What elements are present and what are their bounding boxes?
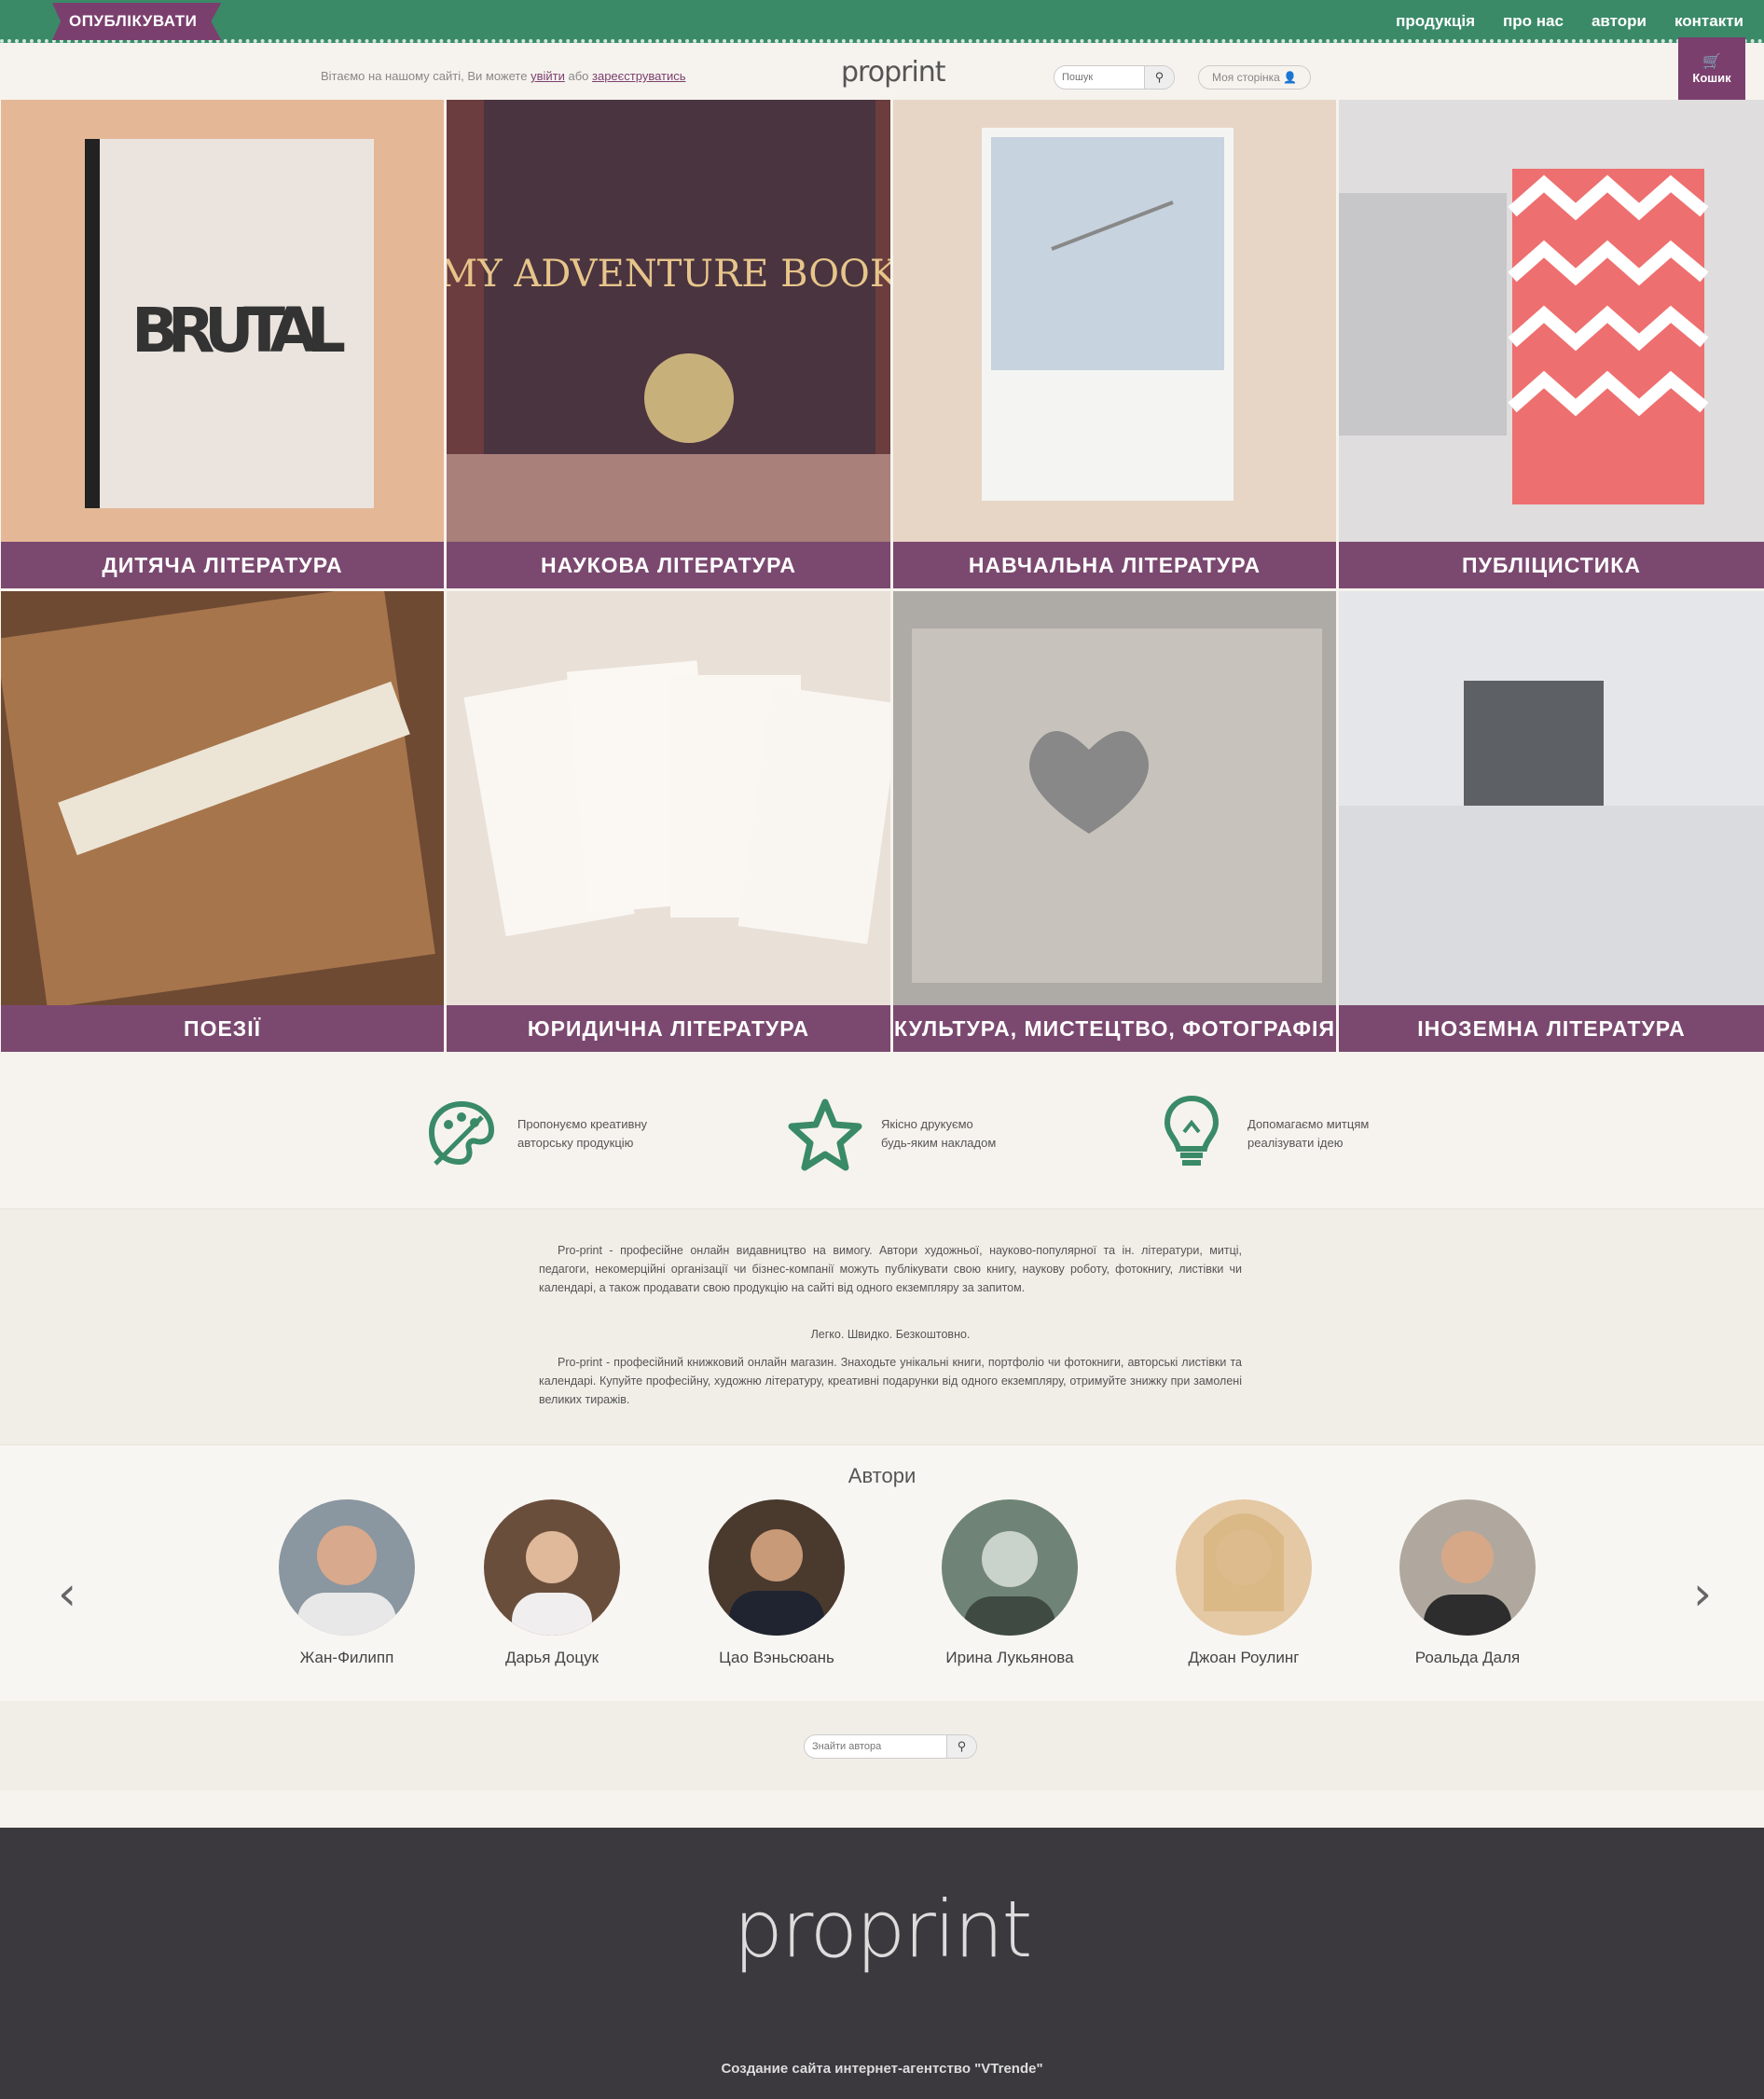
- author-name: Джоан Роулинг: [1188, 1649, 1300, 1666]
- welcome-text: Вітаємо на нашому сайті, Ви можете увійт…: [321, 69, 686, 83]
- category-tile[interactable]: MY ADVENTURE BOOK НАУКОВА ЛІТЕРАТУРА: [447, 100, 890, 588]
- category-tile[interactable]: НАВЧАЛЬНА ЛІТЕРАТУРА: [893, 100, 1336, 588]
- welcome-prefix: Вітаємо на нашому сайті, Ви можете: [321, 69, 528, 83]
- author-card[interactable]: Цао Вэньсюань: [674, 1499, 879, 1667]
- avatar: [1399, 1499, 1536, 1636]
- brutal-text: BRUTAL: [131, 295, 346, 366]
- feature-line: Пропонуємо креативну: [517, 1117, 648, 1131]
- next-arrow-icon[interactable]: ›: [1693, 1567, 1712, 1621]
- prev-arrow-icon[interactable]: ‹: [58, 1567, 76, 1621]
- category-image: [893, 591, 1336, 1005]
- star-icon: [788, 1097, 862, 1171]
- author-card[interactable]: Роальда Даля: [1365, 1499, 1570, 1667]
- category-tile[interactable]: КУЛЬТУРА, МИСТЕЦТВО, ФОТОГРАФІЯ: [893, 591, 1336, 1052]
- author-card[interactable]: Дарья Доцук: [449, 1499, 655, 1667]
- feature-item: Пропонуємо креативну авторську продукцію: [424, 1097, 704, 1171]
- avatar: [1176, 1499, 1312, 1636]
- login-link[interactable]: увійти: [531, 69, 565, 83]
- authors-section: Автори ‹ › Жан-Филипп Дарья Доцук Цао Вэ…: [0, 1445, 1764, 1701]
- category-tile[interactable]: ПУБЛІЦИСТИКА: [1339, 100, 1764, 588]
- author-card[interactable]: Жан-Филипп: [244, 1499, 449, 1667]
- category-tile[interactable]: BRUTAL ДИТЯЧА ЛІТЕРАТУРА: [1, 100, 444, 588]
- site-search: ⚲: [1054, 65, 1175, 90]
- about-paragraph-2: Pro-print - професійний книжковий онлайн…: [539, 1356, 1242, 1406]
- welcome-or: або: [568, 69, 589, 83]
- about-slogan: Легко. Швидко. Безкоштовно.: [810, 1328, 971, 1341]
- nav-contacts[interactable]: контакти: [1674, 12, 1743, 31]
- search-icon[interactable]: ⚲: [946, 1735, 976, 1758]
- category-image: [1339, 591, 1764, 1005]
- register-link[interactable]: зареєструватись: [592, 69, 686, 83]
- author-card[interactable]: Ирина Лукьянова: [907, 1499, 1112, 1667]
- top-bar: ОПУБЛІКУВАТИ продукція про нас автори ко…: [0, 0, 1764, 43]
- cart-label: Кошик: [1692, 71, 1731, 85]
- feature-line: Якісно друкуємо: [881, 1117, 973, 1131]
- avatar: [942, 1499, 1078, 1636]
- author-name: Роальда Даля: [1414, 1649, 1521, 1666]
- header-logo[interactable]: proprint: [841, 56, 946, 89]
- category-image: [893, 100, 1336, 542]
- author-card[interactable]: Джоан Роулинг: [1141, 1499, 1346, 1667]
- category-image: [1339, 100, 1764, 542]
- feature-item: Допомагаємо митцям реалізувати ідею: [1154, 1095, 1434, 1171]
- author-name: Жан-Филипп: [299, 1649, 394, 1666]
- search-icon[interactable]: ⚲: [1144, 66, 1174, 89]
- footer-credit[interactable]: Создание сайта интернет-агентство "VTren…: [0, 2061, 1764, 2077]
- search-input[interactable]: [1054, 66, 1144, 89]
- category-caption: ДИТЯЧА ЛІТЕРАТУРА: [1, 542, 444, 588]
- category-caption: НАВЧАЛЬНА ЛІТЕРАТУРА: [893, 542, 1336, 588]
- publish-button[interactable]: ОПУБЛІКУВАТИ: [52, 3, 222, 40]
- footer-logo: proprint: [733, 1884, 1033, 1975]
- feature-text: Пропонуємо креативну авторську продукцію: [517, 1115, 704, 1153]
- feature-item: Якісно друкуємо будь-яким накладом: [788, 1097, 1068, 1171]
- category-tile[interactable]: ЮРИДИЧНА ЛІТЕРАТУРА: [447, 591, 890, 1052]
- cart-icon: 🛒: [1702, 54, 1721, 70]
- features-section: Пропонуємо креативну авторську продукцію …: [0, 1050, 1764, 1208]
- about-section: Pro-print - професійне онлайн видавництв…: [0, 1208, 1764, 1445]
- adventure-text: MY ADVENTURE BOOK: [447, 253, 890, 296]
- avatar: [484, 1499, 620, 1636]
- author-name: Цао Вэньсюань: [719, 1649, 834, 1666]
- feature-line: авторську продукцію: [517, 1136, 634, 1150]
- feature-line: будь-яким накладом: [881, 1136, 997, 1150]
- feature-text: Якісно друкуємо будь-яким накладом: [881, 1115, 1068, 1153]
- category-caption: ЮРИДИЧНА ЛІТЕРАТУРА: [447, 1005, 890, 1052]
- header: Вітаємо на нашому сайті, Ви можете увійт…: [0, 47, 1764, 99]
- category-caption: ПУБЛІЦИСТИКА: [1339, 542, 1764, 588]
- authors-title: Автори: [848, 1464, 916, 1487]
- category-image: MY ADVENTURE BOOK: [447, 100, 890, 542]
- feature-line: реалізувати ідею: [1247, 1136, 1344, 1150]
- author-search-input[interactable]: [805, 1735, 944, 1758]
- avatar: [709, 1499, 845, 1636]
- palette-icon: [424, 1097, 499, 1171]
- feature-text: Допомагаємо митцям реалізувати ідею: [1247, 1115, 1434, 1153]
- category-caption: ІНОЗЕМНА ЛІТЕРАТУРА: [1339, 1005, 1764, 1052]
- author-name: Ирина Лукьянова: [945, 1649, 1074, 1666]
- author-search-section: ⚲: [0, 1701, 1764, 1790]
- nav-products[interactable]: продукція: [1396, 12, 1475, 31]
- user-icon: 👤: [1283, 71, 1298, 84]
- category-image: [1, 591, 444, 1005]
- category-tile[interactable]: ІНОЗЕМНА ЛІТЕРАТУРА: [1339, 591, 1764, 1052]
- category-tile[interactable]: ПОЕЗІЇ: [1, 591, 444, 1052]
- about-paragraph-1: Pro-print - професійне онлайн видавництв…: [539, 1244, 1242, 1294]
- footer: proprint Создание сайта интернет-агентст…: [0, 1828, 1764, 2099]
- feature-line: Допомагаємо митцям: [1247, 1117, 1370, 1131]
- author-search: ⚲: [804, 1734, 977, 1759]
- my-page-label: Моя сторінка: [1212, 71, 1280, 84]
- category-image: BRUTAL: [1, 100, 444, 542]
- category-caption: ПОЕЗІЇ: [1, 1005, 444, 1052]
- top-nav: продукція про нас автори контакти: [1396, 0, 1743, 43]
- nav-about[interactable]: про нас: [1503, 12, 1564, 31]
- nav-authors[interactable]: автори: [1592, 12, 1647, 31]
- lightbulb-icon: [1154, 1095, 1229, 1171]
- author-name: Дарья Доцук: [504, 1649, 599, 1666]
- category-image: [447, 591, 890, 1005]
- category-caption: КУЛЬТУРА, МИСТЕЦТВО, ФОТОГРАФІЯ: [893, 1005, 1336, 1052]
- avatar: [279, 1499, 415, 1636]
- my-page-button[interactable]: Моя сторінка 👤: [1198, 65, 1312, 90]
- category-caption: НАУКОВА ЛІТЕРАТУРА: [447, 542, 890, 588]
